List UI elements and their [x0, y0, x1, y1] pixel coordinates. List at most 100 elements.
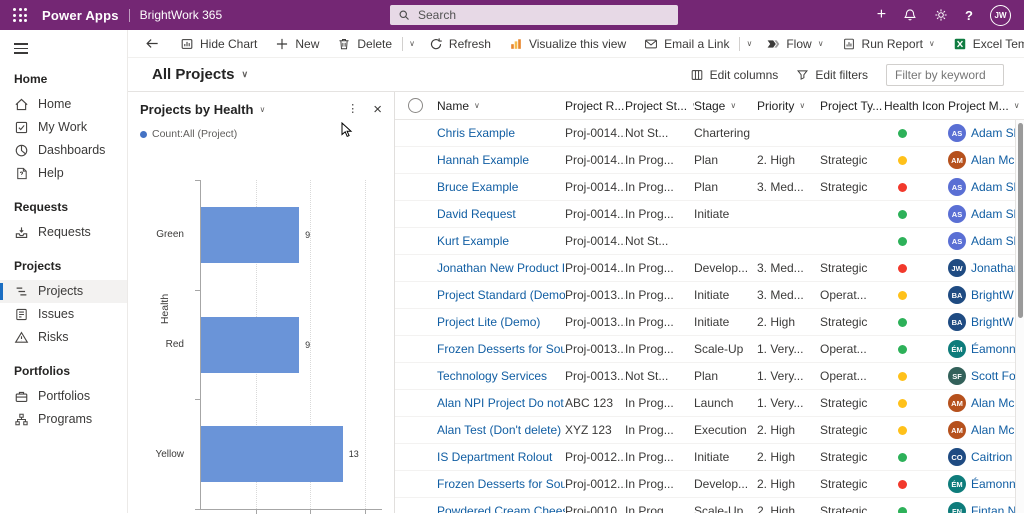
pm-name-link[interactable]: Éamonn [971, 477, 1016, 491]
view-selector[interactable]: All Projects ∨ [152, 66, 248, 83]
project-name-link[interactable]: Frozen Desserts for South... [437, 342, 565, 356]
chart-title[interactable]: Projects by Health [140, 102, 253, 117]
project-name-link[interactable]: Frozen Desserts for South... [437, 477, 565, 491]
filter-keyword-input[interactable] [886, 64, 1004, 86]
sidebar-item-programs[interactable]: Programs [0, 408, 127, 431]
pm-name-link[interactable]: Caitrion [971, 450, 1012, 464]
pm-name-link[interactable]: Fintan N [971, 504, 1016, 513]
quick-create-icon[interactable]: + [877, 7, 886, 23]
column-header-stage[interactable]: Stage∨ [694, 99, 757, 113]
project-name-link[interactable]: Powdered Cream Cheese [437, 504, 565, 513]
project-name-link[interactable]: Alan NPI Project Do not D... [437, 396, 565, 410]
pm-name-link[interactable]: Adam Sl [971, 180, 1016, 194]
global-search[interactable] [390, 5, 678, 25]
pm-name-link[interactable]: Alan Mc [971, 153, 1014, 167]
pm-name-link[interactable]: Adam Sl [971, 207, 1016, 221]
pm-name-link[interactable]: BrightW [971, 315, 1014, 329]
sidebar-item-projects[interactable]: Projects [0, 280, 127, 303]
table-row[interactable]: Project Standard (Demo)Proj-0013...In Pr… [395, 282, 1024, 309]
table-row[interactable]: Frozen Desserts for South...Proj-0013...… [395, 336, 1024, 363]
edit-filters-icon [796, 68, 809, 81]
command-email-a-link[interactable]: Email a Link [635, 30, 738, 57]
column-header-project-ty[interactable]: Project Ty...∨ [820, 99, 884, 113]
command-excel-templates[interactable]: Excel Templates∨ [944, 30, 1024, 57]
table-row[interactable]: Alan Test (Don't delete)XYZ 123In Prog..… [395, 417, 1024, 444]
search-input[interactable] [416, 7, 636, 23]
project-name-link[interactable]: Hannah Example [437, 153, 565, 167]
sidebar-item-requests[interactable]: Requests [0, 221, 127, 244]
command-delete[interactable]: Delete [328, 30, 401, 57]
command-new[interactable]: New [266, 30, 328, 57]
table-row[interactable]: David RequestProj-0014...In Prog...Initi… [395, 201, 1024, 228]
edit-columns-button[interactable]: Edit columns [690, 68, 779, 82]
scrollbar-thumb[interactable] [1018, 123, 1023, 318]
project-name-link[interactable]: Kurt Example [437, 234, 565, 248]
sidebar-item-dashboards[interactable]: Dashboards [0, 139, 127, 162]
sidebar-item-portfolios[interactable]: Portfolios [0, 385, 127, 408]
column-header-health-icon[interactable]: Health Icon∨ [884, 99, 948, 113]
command-refresh[interactable]: Refresh [420, 30, 500, 57]
edit-filters-button[interactable]: Edit filters [796, 68, 868, 82]
project-priority: 1. Very... [757, 396, 820, 410]
command-email-a-link-dropdown[interactable]: ∨ [741, 40, 757, 48]
issues-icon [14, 307, 29, 322]
sidebar-item-my-work[interactable]: My Work [0, 116, 127, 139]
project-name-link[interactable]: Chris Example [437, 126, 565, 140]
pm-name-link[interactable]: Jonathan [971, 261, 1020, 275]
command-flow[interactable]: Flow∨ [757, 30, 832, 57]
column-header-project-r[interactable]: Project R...∨ [565, 99, 625, 113]
project-name-link[interactable]: Jonathan New Product Int... [437, 261, 565, 275]
waffle-menu-icon[interactable] [13, 8, 27, 22]
command-delete-dropdown[interactable]: ∨ [404, 40, 420, 48]
vertical-scrollbar[interactable] [1015, 120, 1024, 513]
table-row[interactable]: Chris ExampleProj-0014...Not St...Charte… [395, 120, 1024, 147]
select-all-checkbox[interactable] [408, 98, 423, 113]
table-row[interactable]: Hannah ExampleProj-0014...In Prog...Plan… [395, 147, 1024, 174]
project-name-link[interactable]: IS Department Rolout [437, 450, 565, 464]
table-row[interactable]: Jonathan New Product Int...Proj-0014...I… [395, 255, 1024, 282]
sidebar-item-risks[interactable]: Risks [0, 326, 127, 349]
pm-name-link[interactable]: Scott Fo [971, 369, 1016, 383]
chart-close-icon[interactable]: × [373, 102, 382, 117]
pm-name-link[interactable]: Alan Mc [971, 396, 1014, 410]
project-name-link[interactable]: Bruce Example [437, 180, 565, 194]
pm-name-link[interactable]: Éamonn [971, 342, 1016, 356]
sidebar-collapse-icon[interactable] [0, 30, 127, 54]
table-row[interactable]: IS Department RoloutProj-0012...In Prog.… [395, 444, 1024, 471]
command-visualize-this-view[interactable]: Visualize this view [500, 30, 635, 57]
pm-name-link[interactable]: Adam Sl [971, 126, 1016, 140]
project-name-link[interactable]: Project Lite (Demo) [437, 315, 565, 329]
column-header-project-m[interactable]: Project M...∨ [948, 99, 1024, 113]
project-name-link[interactable]: David Request [437, 207, 565, 221]
pm-name-link[interactable]: Alan Mc [971, 423, 1014, 437]
help-icon[interactable]: ? [965, 8, 973, 23]
pm-name-link[interactable]: BrightW [971, 288, 1014, 302]
sidebar-item-help[interactable]: Help [0, 162, 127, 185]
settings-gear-icon[interactable] [934, 8, 948, 22]
column-header-project-st[interactable]: Project St...∨ [625, 99, 694, 113]
user-avatar[interactable]: JW [990, 5, 1011, 26]
project-name-link[interactable]: Alan Test (Don't delete) [437, 423, 565, 437]
table-row[interactable]: Project Lite (Demo)Proj-0013...In Prog..… [395, 309, 1024, 336]
sidebar-item-home[interactable]: Home [0, 93, 127, 116]
command-run-report[interactable]: Run Report∨ [833, 30, 944, 57]
pm-name-link[interactable]: Adam Sl [971, 234, 1016, 248]
sidebar-item-issues[interactable]: Issues [0, 303, 127, 326]
sort-chevron-icon: ∨ [799, 102, 805, 110]
pm-avatar: BA [948, 286, 966, 304]
table-row[interactable]: Powdered Cream CheeseProj-0010...In Prog… [395, 498, 1024, 513]
column-header-priority[interactable]: Priority∨ [757, 99, 820, 113]
table-row[interactable]: Technology ServicesProj-0013...Not St...… [395, 363, 1024, 390]
project-name-link[interactable]: Technology Services [437, 369, 565, 383]
table-row[interactable]: Alan NPI Project Do not D...ABC 123In Pr… [395, 390, 1024, 417]
table-row[interactable]: Frozen Desserts for South...Proj-0012...… [395, 471, 1024, 498]
project-name-link[interactable]: Project Standard (Demo) [437, 288, 565, 302]
project-manager-cell: ASAdam Sl [948, 232, 1024, 250]
command-hide-chart[interactable]: Hide Chart [171, 30, 266, 57]
table-row[interactable]: Kurt ExampleProj-0014...Not St...ASAdam … [395, 228, 1024, 255]
column-header-name[interactable]: Name∨ [437, 99, 565, 113]
table-row[interactable]: Bruce ExampleProj-0014...In Prog...Plan3… [395, 174, 1024, 201]
back-button[interactable] [134, 36, 171, 51]
notifications-icon[interactable] [903, 8, 917, 22]
chart-more-icon[interactable]: ⋮ [347, 104, 358, 115]
